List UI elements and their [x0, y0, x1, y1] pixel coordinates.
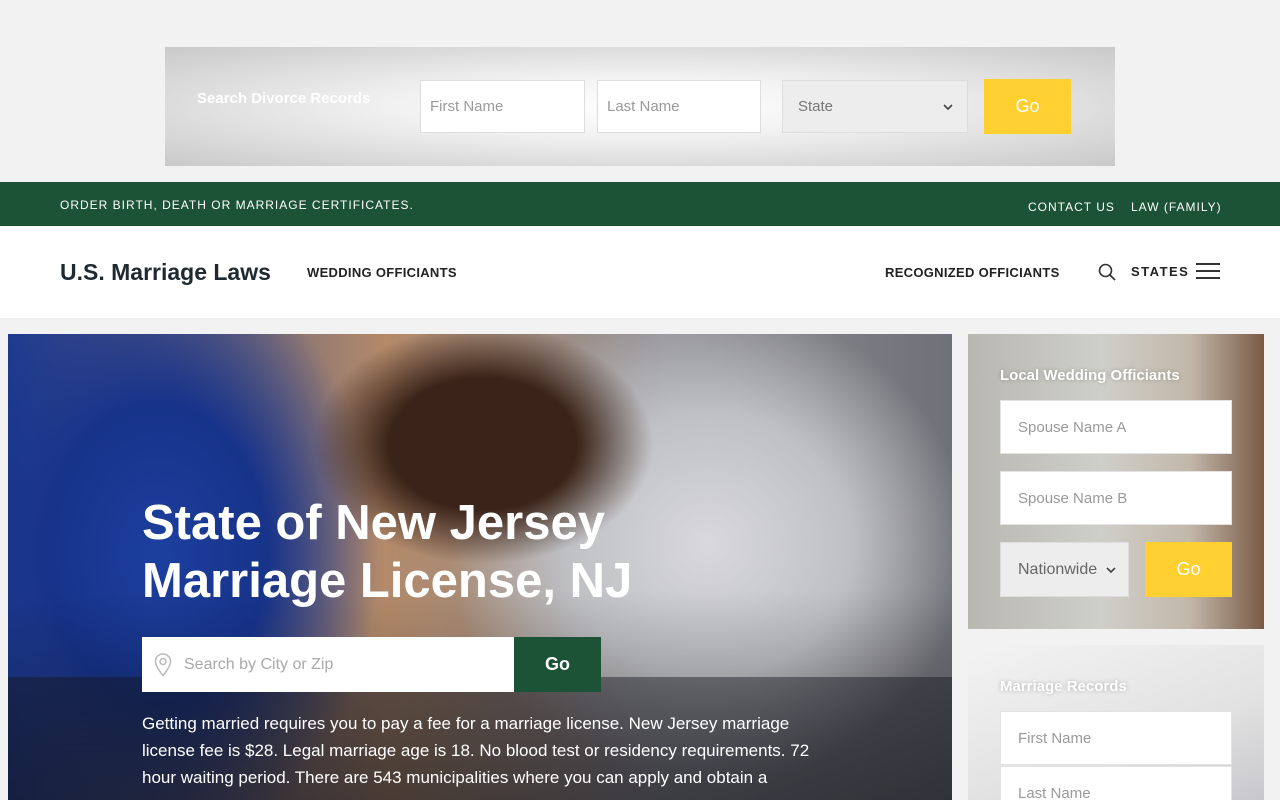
- officiants-go-button[interactable]: Go: [1145, 542, 1232, 597]
- hamburger-menu-icon[interactable]: [1196, 263, 1220, 281]
- city-zip-placeholder: Search by City or Zip: [184, 655, 334, 673]
- main-nav: U.S. Marriage Laws WEDDING OFFICIANTS RE…: [0, 226, 1280, 318]
- divorce-search-banner: Search Divorce Records First Name Last N…: [165, 47, 1115, 166]
- page-title: State of New Jersey Marriage License, NJ: [142, 494, 742, 610]
- divorce-search-go-button[interactable]: Go: [984, 79, 1071, 134]
- hero-section: State of New Jersey Marriage License, NJ…: [8, 334, 952, 800]
- site-logo[interactable]: U.S. Marriage Laws: [60, 259, 271, 286]
- top-bar: ORDER BIRTH, DEATH OR MARRIAGE CERTIFICA…: [0, 182, 1280, 226]
- first-name-input[interactable]: First Name: [420, 80, 585, 133]
- nav-recognized-officiants[interactable]: RECOGNIZED OFFICIANTS: [885, 265, 1060, 280]
- local-officiants-title: Local Wedding Officiants: [1000, 367, 1180, 384]
- hero-description: Getting married requires you to pay a fe…: [142, 714, 810, 787]
- records-last-name-input[interactable]: Last Name: [1000, 766, 1232, 800]
- state-select[interactable]: State: [782, 80, 968, 133]
- page-title-line2: Marriage License, NJ: [142, 554, 633, 608]
- spouse-a-input[interactable]: Spouse Name A: [1000, 400, 1232, 454]
- city-zip-search-input[interactable]: Search by City or Zip: [142, 637, 514, 692]
- location-pin-icon: [154, 652, 172, 677]
- state-select-value: State: [798, 98, 834, 115]
- city-zip-go-button[interactable]: Go: [514, 637, 601, 692]
- marriage-records-title: Marriage Records: [1000, 678, 1127, 695]
- local-officiants-card: Local Wedding Officiants Spouse Name A S…: [968, 334, 1264, 629]
- marriage-records-card: Marriage Records First Name Last Name: [968, 645, 1264, 800]
- chevron-down-icon: [943, 103, 953, 110]
- last-name-input[interactable]: Last Name: [597, 80, 761, 133]
- divorce-search-title: Search Divorce Records: [197, 90, 371, 107]
- nav-wedding-officiants[interactable]: WEDDING OFFICIANTS: [307, 265, 457, 280]
- contact-us-link[interactable]: CONTACT US: [1028, 200, 1115, 214]
- scope-select[interactable]: Nationwide: [1000, 542, 1129, 597]
- order-certificates-link[interactable]: ORDER BIRTH, DEATH OR MARRIAGE CERTIFICA…: [60, 198, 414, 212]
- search-icon[interactable]: [1098, 263, 1116, 281]
- records-first-name-input[interactable]: First Name: [1000, 711, 1232, 765]
- spouse-b-input[interactable]: Spouse Name B: [1000, 471, 1232, 525]
- page-title-line1: State of New Jersey: [142, 496, 605, 550]
- chevron-down-icon: [1106, 566, 1116, 573]
- nav-states[interactable]: STATES: [1131, 264, 1189, 279]
- law-family-link[interactable]: LAW (FAMILY): [1131, 200, 1222, 214]
- scope-select-value: Nationwide: [1018, 560, 1098, 578]
